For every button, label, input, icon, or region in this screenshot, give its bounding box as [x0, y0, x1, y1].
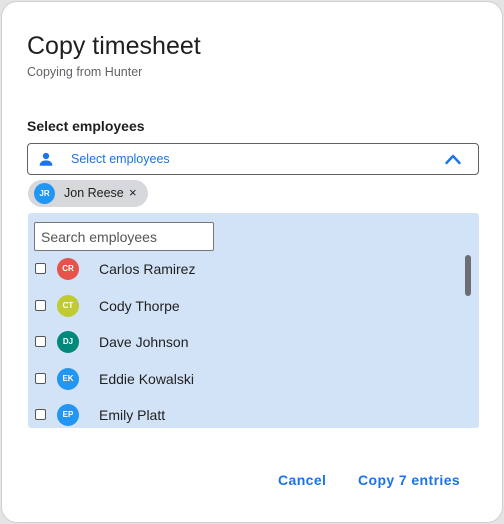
employee-avatar: CT: [57, 295, 79, 317]
employee-checkbox[interactable]: [35, 300, 46, 311]
cancel-button[interactable]: Cancel: [278, 472, 326, 488]
employee-select-placeholder: Select employees: [71, 152, 170, 166]
employee-name: Cody Thorpe: [99, 298, 180, 314]
employee-name: Eddie Kowalski: [99, 371, 194, 387]
search-employees-input[interactable]: [34, 222, 214, 251]
employee-checkbox[interactable]: [35, 409, 46, 420]
employee-option[interactable]: DJ Dave Johnson: [28, 328, 458, 358]
list-scrollbar-thumb[interactable]: [465, 255, 471, 296]
select-employees-label: Select employees: [27, 118, 145, 134]
employee-dropdown-panel: CR Carlos Ramirez CT Cody Thorpe DJ Dave…: [28, 213, 479, 428]
employee-option[interactable]: EP Emily Platt: [28, 401, 458, 428]
employee-checkbox[interactable]: [35, 336, 46, 347]
employee-avatar: EP: [57, 404, 79, 426]
employee-option[interactable]: CR Carlos Ramirez: [28, 255, 458, 285]
dialog-title: Copy timesheet: [27, 32, 201, 60]
employee-list: CR Carlos Ramirez CT Cody Thorpe DJ Dave…: [28, 255, 479, 428]
employee-name: Emily Platt: [99, 407, 166, 423]
chip-remove-icon[interactable]: ×: [129, 185, 137, 201]
person-icon: [39, 152, 53, 166]
employee-select-dropdown[interactable]: Select employees: [27, 143, 479, 175]
dialog-subtitle: Copying from Hunter: [27, 65, 143, 79]
chip-avatar: JR: [34, 183, 55, 204]
chip-label: Jon Reese: [64, 186, 124, 200]
chevron-up-icon[interactable]: [445, 153, 461, 165]
employee-avatar: DJ: [57, 331, 79, 353]
copy-entries-button[interactable]: Copy 7 entries: [358, 472, 460, 488]
employee-checkbox[interactable]: [35, 373, 46, 384]
selected-employee-chip: JR Jon Reese ×: [28, 180, 148, 207]
employee-avatar: CR: [57, 258, 79, 280]
employee-name: Carlos Ramirez: [99, 261, 196, 277]
employee-option[interactable]: CT Cody Thorpe: [28, 292, 458, 322]
employee-checkbox[interactable]: [35, 263, 46, 274]
employee-avatar: EK: [57, 368, 79, 390]
employee-name: Dave Johnson: [99, 334, 189, 350]
copy-timesheet-dialog: Copy timesheet Copying from Hunter Selec…: [1, 1, 503, 523]
employee-option[interactable]: EK Eddie Kowalski: [28, 365, 458, 395]
